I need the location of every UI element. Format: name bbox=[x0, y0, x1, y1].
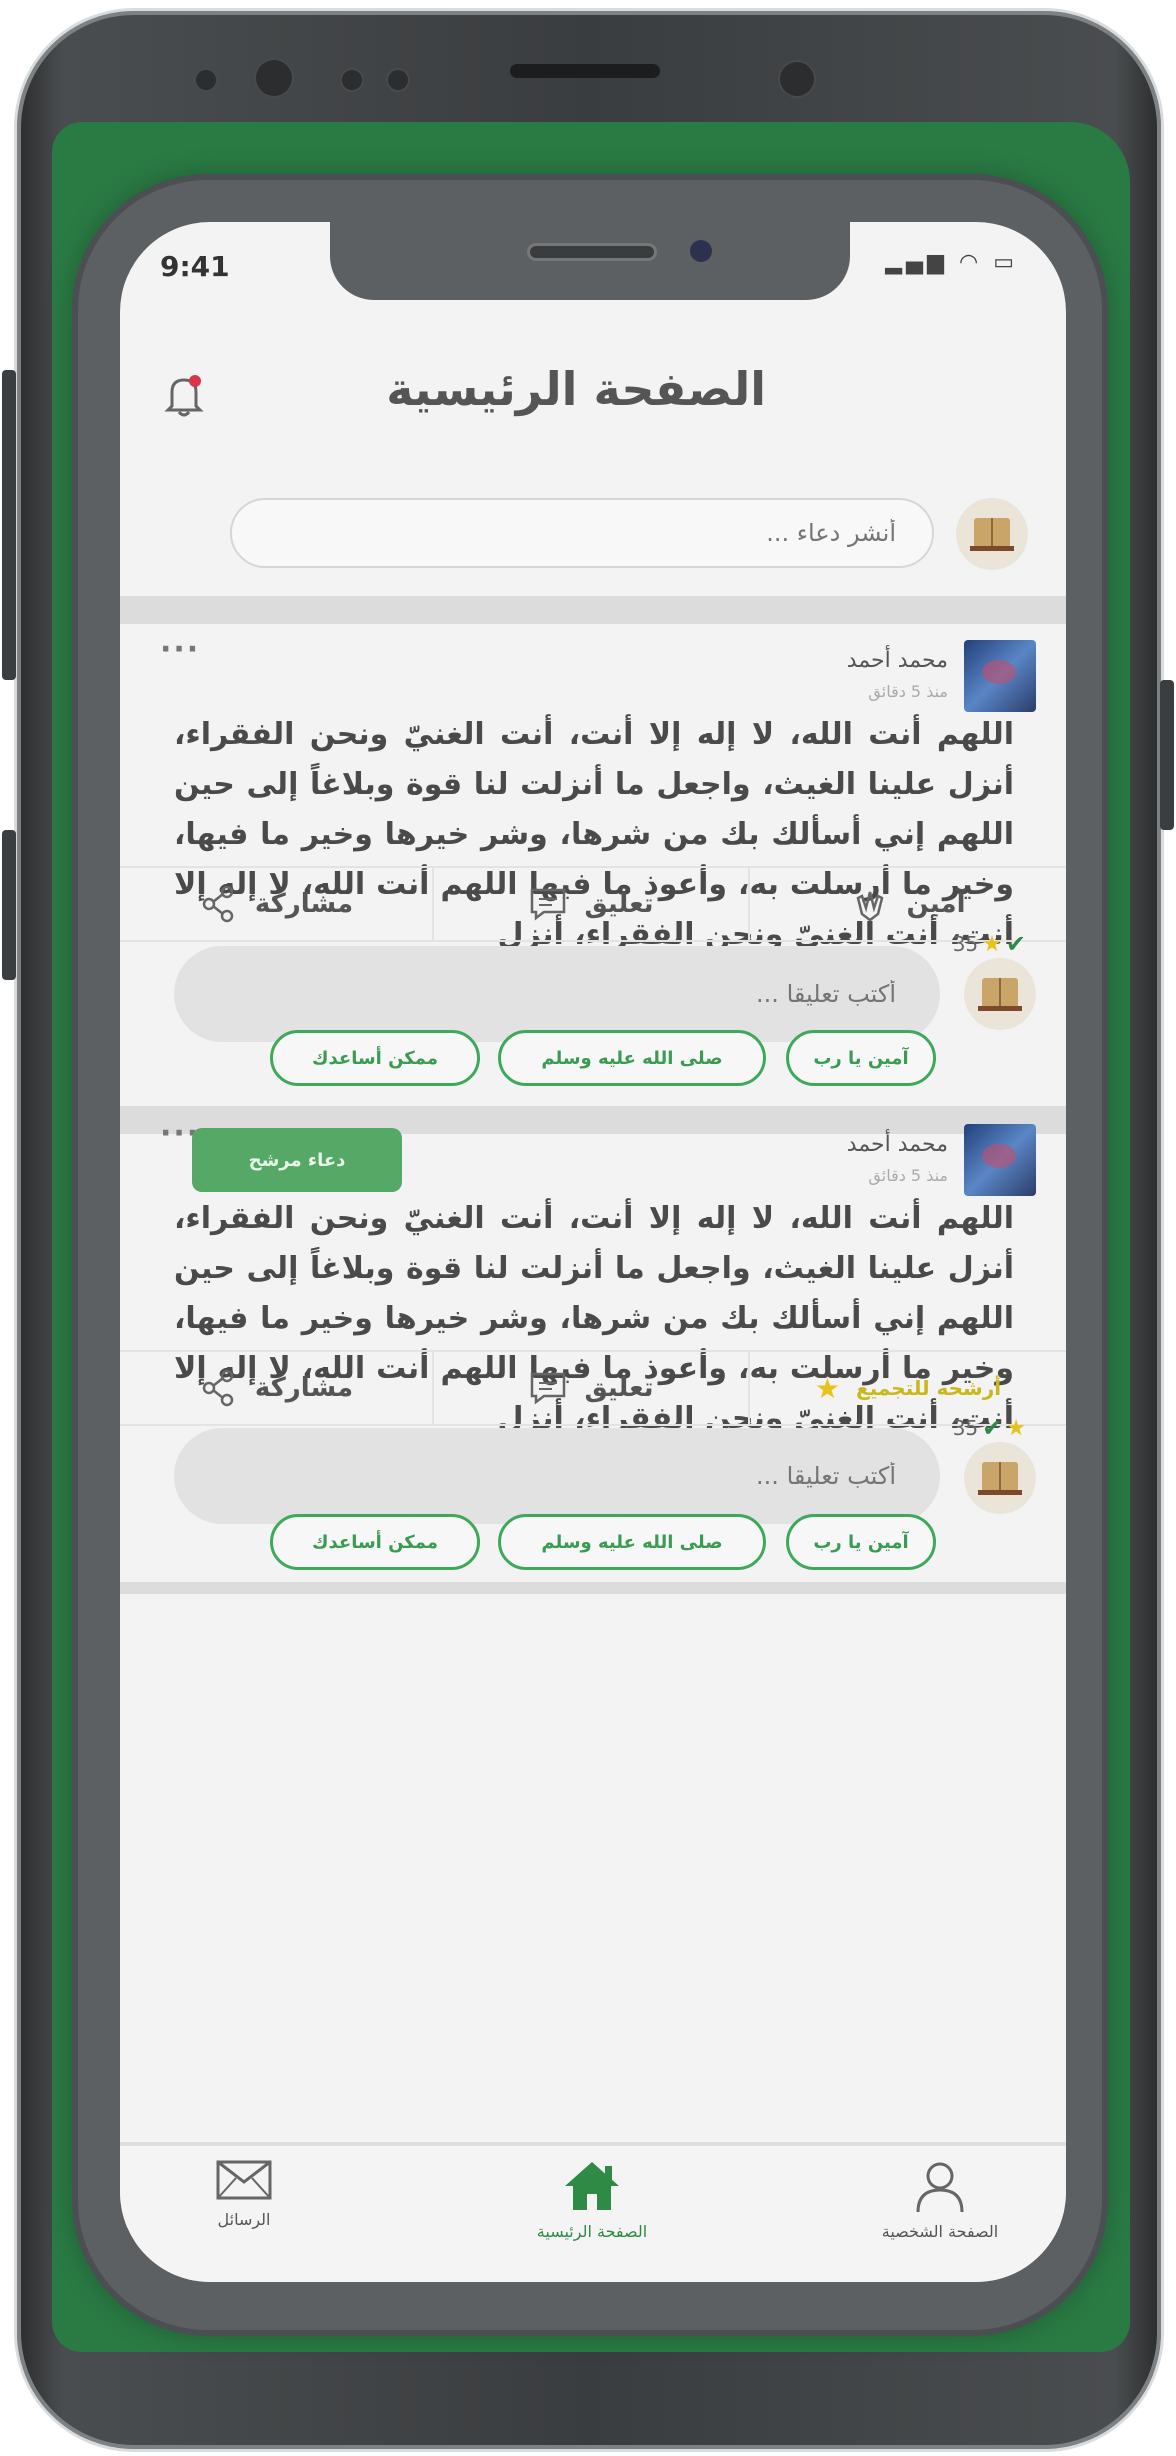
comment-input[interactable] bbox=[174, 1428, 940, 1524]
praying-hands-icon bbox=[857, 891, 884, 922]
quick-reply-chip[interactable]: آمين يا رب bbox=[786, 1030, 936, 1086]
bell-icon[interactable] bbox=[162, 372, 206, 417]
comment-button[interactable]: تعليق bbox=[434, 1352, 748, 1424]
comment-input[interactable] bbox=[174, 946, 940, 1042]
notch bbox=[330, 222, 850, 300]
nav-profile-label: الصفحة الشخصية bbox=[881, 2222, 999, 2241]
post-actions: ★ أرشحه للتجميع تعليق مشاركة bbox=[120, 1350, 1066, 1426]
post-time: منذ 5 دقائق bbox=[868, 682, 948, 701]
count-value: 35 bbox=[952, 932, 979, 956]
side-button bbox=[2, 830, 16, 980]
post-dua-input[interactable] bbox=[230, 498, 934, 568]
side-button bbox=[1160, 680, 1174, 830]
author-avatar[interactable] bbox=[964, 640, 1036, 712]
action-divider bbox=[432, 868, 434, 940]
section-divider bbox=[120, 1582, 1066, 1594]
star-icon: ★ bbox=[1006, 1415, 1026, 1441]
post-time: منذ 5 دقائق bbox=[868, 1166, 948, 1185]
user-icon bbox=[916, 2162, 964, 2213]
action-divider bbox=[748, 868, 750, 940]
home-icon bbox=[565, 2162, 619, 2210]
commenter-avatar[interactable] bbox=[964, 1442, 1036, 1514]
quick-reply-chip[interactable]: صلى الله عليه وسلم bbox=[498, 1030, 766, 1086]
status-time: 9:41 bbox=[160, 250, 230, 283]
notch-camera bbox=[690, 240, 712, 262]
side-button bbox=[2, 370, 16, 680]
share-button[interactable]: مشاركة bbox=[120, 868, 432, 940]
comment-button[interactable]: تعليق bbox=[434, 868, 748, 940]
reaction-count: 35 ★ ✔ bbox=[953, 930, 1026, 958]
star-icon: ★ bbox=[982, 931, 1002, 957]
commenter-avatar[interactable] bbox=[964, 958, 1036, 1030]
app-screen: 9:41 ▂▄▆ ◠ ▭ الصفحة الرئيسية محمد أحمد م… bbox=[120, 222, 1066, 2282]
section-divider bbox=[120, 596, 1066, 624]
check-icon: ✔ bbox=[1005, 930, 1026, 958]
amen-label: آمين bbox=[906, 889, 966, 919]
comment-label: تعليق bbox=[584, 889, 654, 919]
sensor-dot bbox=[388, 70, 408, 90]
nav-messages-label: الرسائل bbox=[217, 2210, 271, 2229]
nominated-badge: دعاء مرشح bbox=[192, 1128, 402, 1192]
front-camera bbox=[256, 60, 292, 96]
earpiece-speaker bbox=[510, 64, 660, 78]
comment-label: تعليق bbox=[584, 1373, 654, 1403]
bottom-nav: الرسائل الصفحة الرئيسية الصفحة الشخصية bbox=[120, 2142, 1066, 2282]
author-name[interactable]: محمد أحمد bbox=[847, 648, 948, 673]
post-actions: آمين تعليق مشاركة bbox=[120, 866, 1066, 942]
quick-reply-chip[interactable]: ممكن أساعدك bbox=[270, 1030, 480, 1086]
nav-home-label: الصفحة الرئيسية bbox=[536, 2222, 648, 2241]
more-options-icon[interactable]: ··· bbox=[160, 632, 200, 667]
star-icon: ★ bbox=[814, 1371, 841, 1405]
nav-home[interactable]: الصفحة الرئيسية bbox=[482, 2158, 702, 2241]
check-icon: ✔ bbox=[982, 1414, 1003, 1442]
author-avatar[interactable] bbox=[964, 1124, 1036, 1196]
action-divider bbox=[748, 1352, 750, 1424]
quick-reply-chip[interactable]: آمين يا رب bbox=[786, 1514, 936, 1570]
user-avatar[interactable] bbox=[956, 498, 1028, 570]
count-value: 35 bbox=[952, 1416, 979, 1440]
share-icon bbox=[202, 885, 234, 923]
share-button[interactable]: مشاركة bbox=[120, 1352, 432, 1424]
notch-speaker bbox=[530, 246, 654, 258]
quick-reply-chip[interactable]: صلى الله عليه وسلم bbox=[498, 1514, 766, 1570]
share-label: مشاركة bbox=[254, 1373, 354, 1403]
sensor-dot bbox=[196, 70, 216, 90]
reaction-count: 35 ✔ ★ bbox=[953, 1414, 1026, 1442]
quick-reply-chip[interactable]: ممكن أساعدك bbox=[270, 1514, 480, 1570]
author-name[interactable]: محمد أحمد bbox=[847, 1132, 948, 1157]
page-title: الصفحة الرئيسية bbox=[386, 362, 766, 416]
mail-icon bbox=[216, 2160, 272, 2200]
nav-messages[interactable]: الرسائل bbox=[134, 2158, 354, 2229]
status-icons: ▂▄▆ ◠ ▭ bbox=[885, 250, 1018, 275]
sensor-dot bbox=[780, 62, 814, 96]
sensor-dot bbox=[342, 70, 362, 90]
comment-icon bbox=[531, 888, 566, 921]
nav-profile[interactable]: الصفحة الشخصية bbox=[830, 2158, 1050, 2241]
action-divider bbox=[432, 1352, 434, 1424]
share-label: مشاركة bbox=[254, 889, 354, 919]
comment-icon bbox=[531, 1372, 566, 1405]
nominate-label: أرشحه للتجميع bbox=[856, 1376, 1002, 1400]
share-icon bbox=[202, 1369, 234, 1407]
